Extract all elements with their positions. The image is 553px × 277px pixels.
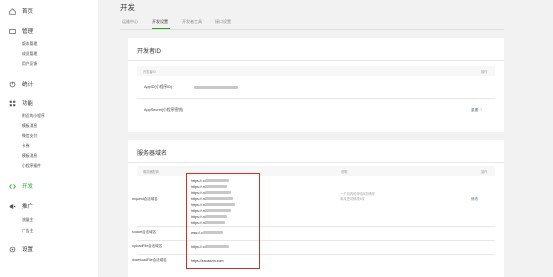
appid-value-redacted xyxy=(194,86,238,89)
manage-icon xyxy=(9,28,16,34)
server-domain-card: 服务器域名 服务器配置 说明 操作 request合法域名 一个月内可申请5次修… xyxy=(128,140,504,277)
nav-dev[interactable]: 开发 xyxy=(9,182,33,190)
download-domain-label: downloadFile合法域名 xyxy=(132,258,167,262)
appid-label: AppID(小程序ID) xyxy=(144,85,173,89)
row-divider xyxy=(137,98,495,99)
megaphone-icon xyxy=(9,203,16,209)
tab-dev-tools[interactable]: 开发者工具 xyxy=(182,19,202,25)
socket-domain-label: socket合法域名 xyxy=(132,230,157,234)
nav-home-label: 首页 xyxy=(22,9,34,15)
active-tab-indicator xyxy=(152,28,170,29)
page-title: 开发 xyxy=(120,3,135,12)
nav-dev-label: 开发 xyxy=(22,184,34,190)
sidebar-item-card[interactable]: 卡券 xyxy=(22,144,30,149)
nav-manage[interactable]: 管理 xyxy=(9,27,33,35)
modify-note: 一个月内可申请5次修改 本月还可修改5次 xyxy=(340,192,375,202)
col-devid: 开发者ID xyxy=(143,70,156,74)
sidebar-item-template-msg[interactable]: 模板消息 xyxy=(22,154,37,159)
appsecret-label: AppSecret(小程序密钥) xyxy=(144,108,184,112)
sidebar-item-members[interactable]: 成员管理 xyxy=(22,52,37,57)
col-desc: 说明 xyxy=(341,170,348,174)
highlight-box xyxy=(186,173,260,269)
server-domain-title: 服务器域名 xyxy=(137,151,168,157)
sidebar-item-template[interactable]: 模板消息 xyxy=(22,124,37,129)
function-icon xyxy=(9,100,16,106)
nav-stats-label: 统计 xyxy=(22,82,34,88)
developer-id-card: 开发者ID 开发者ID 操作 AppID(小程序ID) AppSecret(小程… xyxy=(128,38,504,132)
modify-domains-link[interactable]: 修改 xyxy=(471,197,478,202)
nav-settings[interactable]: 设置 xyxy=(9,245,33,253)
tab-bar: 运维中心 开发设置 开发者工具 接口设置 xyxy=(120,16,504,30)
sidebar: 首页 管理 版本管理 成员管理 用户反馈 统计 功能 附近的小程序 模板消息 微… xyxy=(0,0,98,277)
sidebar-item-traffic[interactable]: 流量主 xyxy=(22,218,33,223)
nav-function[interactable]: 功能 xyxy=(9,99,33,107)
divider xyxy=(128,60,504,61)
nav-function-label: 功能 xyxy=(22,101,34,107)
table-header: 开发者ID 操作 xyxy=(137,66,495,76)
request-domain-label: request合法域名 xyxy=(132,197,158,201)
modify-note-line2: 本月还可修改5次 xyxy=(340,197,365,201)
divider xyxy=(128,162,504,163)
nav-manage-label: 管理 xyxy=(22,29,34,35)
reset-secret-link[interactable]: 重置 xyxy=(471,108,478,113)
developer-id-title: 开发者ID xyxy=(137,49,162,55)
tab-dev-settings[interactable]: 开发设置 xyxy=(152,19,168,25)
nav-stats[interactable]: 统计 xyxy=(9,80,33,88)
sidebar-item-version[interactable]: 版本管理 xyxy=(22,42,37,47)
sidebar-item-advertiser[interactable]: 广告主 xyxy=(22,229,33,234)
tab-api-settings[interactable]: 接口设置 xyxy=(215,19,231,25)
col-server-config: 服务器配置 xyxy=(143,170,159,174)
tab-ops-center[interactable]: 运维中心 xyxy=(122,19,138,25)
help-icon[interactable]: ? xyxy=(480,108,482,112)
sidebar-item-plugin[interactable]: 小程序插件 xyxy=(22,164,41,169)
col-action: 操作 xyxy=(481,70,488,74)
nav-promotion-label: 推广 xyxy=(22,204,34,210)
sidebar-item-feedback[interactable]: 用户反馈 xyxy=(22,62,37,67)
home-icon xyxy=(9,7,16,15)
upload-domain-label: uploadFile合法域名 xyxy=(132,244,163,248)
nav-promotion[interactable]: 推广 xyxy=(9,202,33,210)
gear-icon xyxy=(9,246,16,252)
code-icon xyxy=(9,183,16,189)
nav-home[interactable]: 首页 xyxy=(9,7,33,15)
nav-settings-label: 设置 xyxy=(22,247,34,253)
col-action: 操作 xyxy=(481,170,488,174)
sidebar-item-nearby[interactable]: 附近的小程序 xyxy=(22,114,45,119)
stats-icon xyxy=(9,81,16,87)
sidebar-item-pay[interactable]: 微信支付 xyxy=(22,134,37,139)
